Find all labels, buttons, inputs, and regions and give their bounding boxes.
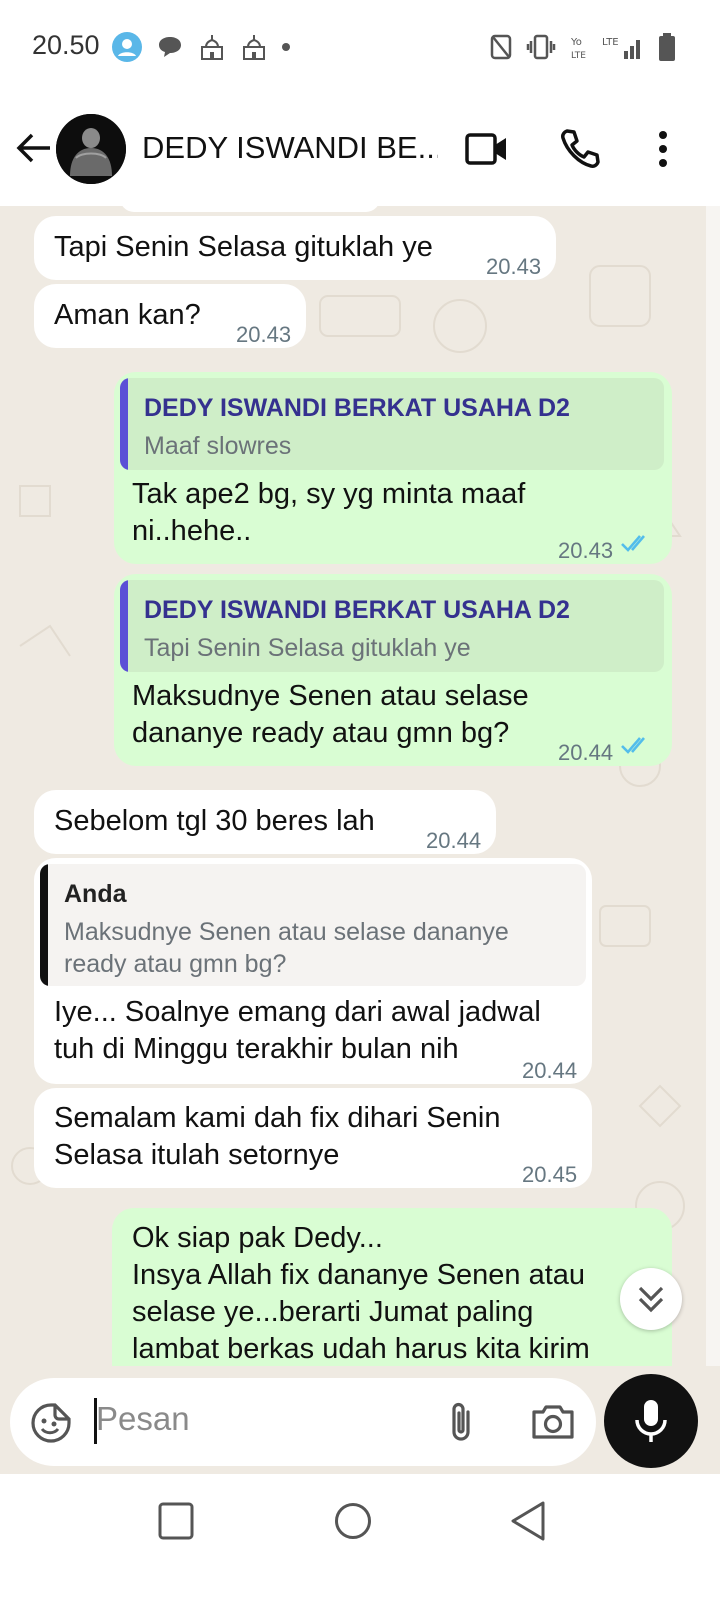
message-incoming[interactable]: Semalam kami dah fix dihari Senin Selasa… xyxy=(34,1088,592,1188)
message-text-line: Tak ape2 bg, sy yg minta maaf xyxy=(132,478,526,510)
svg-text:LTE: LTE xyxy=(602,37,619,48)
more-vertical-icon[interactable] xyxy=(640,126,686,172)
scroll-to-bottom-button[interactable] xyxy=(620,1268,682,1330)
message-text: Sebelom tgl 30 beres lah xyxy=(54,805,375,837)
double-chevron-down-icon xyxy=(638,1286,664,1313)
system-navigation-bar xyxy=(0,1474,720,1600)
dot-icon xyxy=(282,43,290,51)
camera-icon[interactable] xyxy=(530,1400,576,1444)
message-outgoing[interactable]: DEDY ISWANDI BERKAT USAHA D2 Maaf slowre… xyxy=(114,372,672,564)
message-incoming[interactable]: Sebelom tgl 30 beres lah 20.44 xyxy=(34,790,496,854)
quote-author: DEDY ISWANDI BERKAT USAHA D2 xyxy=(144,394,570,422)
message-time: 20.44 xyxy=(426,828,482,853)
quote-author: Anda xyxy=(64,880,127,908)
mic-icon xyxy=(635,1400,667,1442)
message-time: 20.44 xyxy=(558,740,614,765)
quote-author: DEDY ISWANDI BERKAT USAHA D2 xyxy=(144,596,570,624)
battery-icon xyxy=(658,32,676,62)
back-arrow-icon[interactable] xyxy=(14,128,54,168)
contact-name[interactable]: DEDY ISWANDI BE... xyxy=(142,130,438,166)
message-text-line: Maksudnye Senen atau selase xyxy=(132,680,529,712)
sticker-icon[interactable] xyxy=(30,1402,72,1444)
account-icon xyxy=(112,32,142,62)
quoted-message[interactable]: DEDY ISWANDI BERKAT USAHA D2 Maaf slowre… xyxy=(120,378,664,470)
quote-text: Maaf slowres xyxy=(144,432,292,460)
message-time: 20.43 xyxy=(236,322,292,347)
quote-text-line: ready atau gmn bg? xyxy=(64,950,287,978)
message-outgoing[interactable]: DEDY ISWANDI BERKAT USAHA D2 Tapi Senin … xyxy=(114,574,672,766)
double-check-icon xyxy=(621,737,645,754)
svg-text:Yo: Yo xyxy=(570,37,582,48)
message-text: Aman kan? xyxy=(54,299,201,331)
message-text-line: ni..hehe.. xyxy=(132,515,252,547)
double-check-icon xyxy=(621,535,645,552)
message-time: 20.44 xyxy=(522,1058,578,1083)
message-text-line: Selasa itulah setornye xyxy=(54,1139,340,1171)
quote-bar xyxy=(120,378,128,470)
contact-avatar[interactable] xyxy=(56,114,126,184)
message-text: Tapi Senin Selasa gituklah ye xyxy=(54,231,433,263)
message-text-line: selase ye...berarti Jumat paling xyxy=(132,1296,534,1328)
status-system-icons: Yo LTE LTE xyxy=(490,32,676,62)
message-incoming[interactable]: Aman kan? 20.43 xyxy=(34,284,306,348)
quote-text: Tapi Senin Selasa gituklah ye xyxy=(144,634,471,662)
message-text-line: Semalam kami dah fix dihari Senin xyxy=(54,1102,501,1134)
quote-bar xyxy=(120,580,128,672)
message-text-line: tuh di Minggu terakhir bulan nih xyxy=(54,1033,459,1065)
svg-text:LTE: LTE xyxy=(571,51,586,61)
quoted-message[interactable]: DEDY ISWANDI BERKAT USAHA D2 Tapi Senin … xyxy=(120,580,664,672)
status-notifications xyxy=(112,32,290,62)
composer-bar: Pesan xyxy=(0,1366,720,1474)
volte-icon: Yo LTE xyxy=(570,32,588,62)
home-icon[interactable] xyxy=(334,1502,372,1540)
message-time: 20.43 xyxy=(558,538,614,563)
message-time: 20.43 xyxy=(486,254,542,279)
message-bubble-partial xyxy=(120,206,380,212)
message-incoming[interactable]: Anda Maksudnye Senen atau selase dananye… xyxy=(34,858,592,1084)
quoted-message[interactable]: Anda Maksudnye Senen atau selase dananye… xyxy=(40,864,586,986)
message-text-line: Insya Allah fix dananye Senen atau xyxy=(132,1259,586,1291)
message-list[interactable]: Tapi Senin Selasa gituklah ye 20.43 Aman… xyxy=(0,206,706,1366)
chat-header: DEDY ISWANDI BE... xyxy=(0,96,720,206)
vibrate-icon xyxy=(526,32,556,62)
back-nav-icon[interactable] xyxy=(510,1500,546,1542)
quote-bar xyxy=(40,864,48,986)
message-text-line: lambat berkas udah harus kita kirim xyxy=(132,1333,590,1365)
nfc-icon xyxy=(490,32,512,62)
quote-text-line: Maksudnye Senen atau selase dananye xyxy=(64,918,509,946)
mosque-icon xyxy=(198,32,226,62)
mosque-icon xyxy=(240,32,268,62)
recents-icon[interactable] xyxy=(158,1502,194,1540)
status-bar: 20.50 Yo LTE LTE xyxy=(0,0,720,96)
message-text-line: Ok siap pak Dedy... xyxy=(132,1222,383,1254)
scrollbar-track[interactable] xyxy=(706,206,720,1366)
message-outgoing[interactable]: Ok siap pak Dedy... Insya Allah fix dana… xyxy=(112,1208,672,1366)
voice-record-button[interactable] xyxy=(604,1374,698,1468)
message-time: 20.45 xyxy=(522,1162,578,1187)
message-text-line: dananye ready atau gmn bg? xyxy=(132,717,510,749)
message-input[interactable]: Pesan xyxy=(10,1378,596,1466)
chat-bubble-icon xyxy=(156,32,184,62)
status-time: 20.50 xyxy=(32,30,100,60)
video-call-icon[interactable] xyxy=(464,126,510,172)
message-text-line: Iye... Soalnye emang dari awal jadwal xyxy=(54,996,541,1028)
message-incoming[interactable]: Tapi Senin Selasa gituklah ye 20.43 xyxy=(34,216,556,280)
message-placeholder: Pesan xyxy=(96,1400,190,1437)
phone-icon[interactable] xyxy=(558,126,604,172)
lte-signal-icon: LTE xyxy=(602,32,644,62)
attach-icon[interactable] xyxy=(442,1400,482,1444)
